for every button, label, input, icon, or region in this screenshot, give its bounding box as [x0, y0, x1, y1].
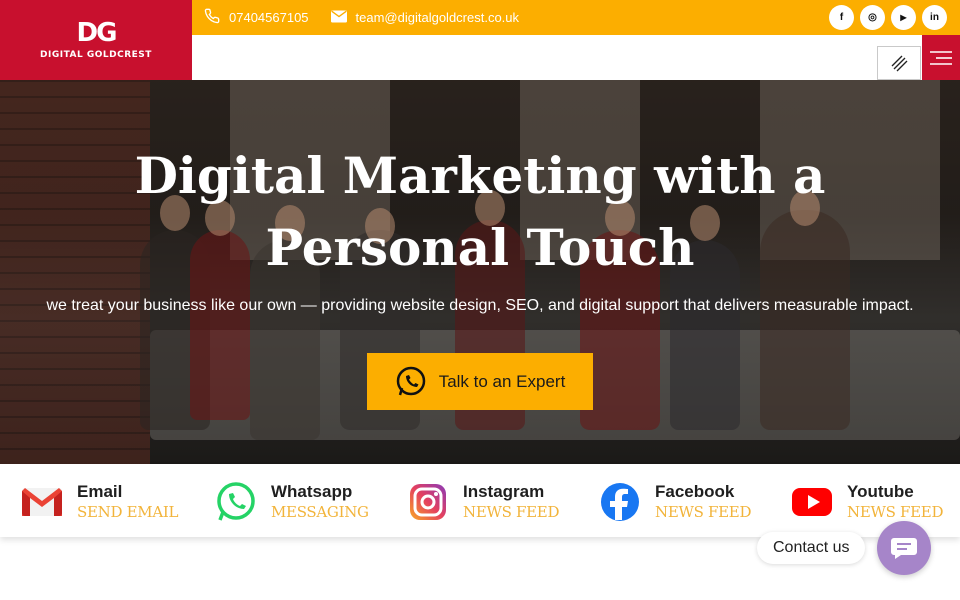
talk-to-expert-button[interactable]: Talk to an Expert [367, 353, 593, 410]
social-links: f ◎ ▶ in [829, 5, 947, 30]
top-bar: 07404567105 team@digitalgoldcrest.co.uk … [192, 0, 960, 35]
whatsapp-icon [396, 366, 425, 395]
envelope-icon [330, 10, 356, 26]
contact-widget-button[interactable] [877, 521, 931, 575]
cta-label: Talk to an Expert [438, 371, 566, 391]
instagram-icon [407, 481, 449, 523]
chat-icon [891, 538, 917, 559]
channel-name: Instagram [463, 482, 545, 501]
nav-bar [192, 35, 960, 80]
pattern-toggle-button[interactable] [877, 46, 921, 80]
diagonal-lines-icon [891, 55, 908, 72]
logo[interactable]: DG DIGITAL GOLDCREST [0, 0, 192, 80]
channel-name: Email [77, 482, 123, 501]
channel-instagram[interactable]: Instagram NEWS FEED [407, 481, 559, 523]
channel-email[interactable]: Email SEND EMAIL [21, 481, 178, 523]
page: DG DIGITAL GOLDCREST 07404567105 team@di… [0, 0, 960, 600]
facebook-icon [599, 481, 641, 523]
gmail-icon [21, 481, 63, 523]
channel-name: Facebook [655, 482, 735, 501]
hamburger-icon [930, 50, 952, 65]
phone-number: 07404567105 [229, 10, 309, 25]
facebook-icon[interactable]: f [829, 5, 854, 30]
channel-name: Youtube [847, 482, 914, 501]
logo-text: DIGITAL GOLDCREST [40, 50, 152, 60]
channel-sub: NEWS FEED [847, 503, 944, 521]
email-link[interactable]: team@digitalgoldcrest.co.uk [330, 10, 520, 26]
channel-sub: NEWS FEED [655, 503, 752, 521]
hero-title: Digital Marketing with a Personal Touch [134, 146, 826, 277]
channel-sub: SEND EMAIL [77, 503, 179, 521]
instagram-icon[interactable]: ◎ [860, 5, 885, 30]
contact-channels: Email SEND EMAIL Whatsapp MESSAGING Inst… [0, 464, 960, 537]
youtube-icon [791, 481, 833, 523]
hero-subtitle: we treat your business like our own — pr… [46, 297, 914, 314]
channel-sub: MESSAGING [271, 503, 369, 521]
channel-sub: NEWS FEED [463, 503, 560, 521]
channel-name: Whatsapp [271, 482, 353, 501]
logo-mark: DG [76, 18, 118, 48]
menu-button[interactable] [922, 35, 960, 80]
hero-banner: Digital Marketing with a Personal Touch … [0, 80, 960, 464]
whatsapp-icon [215, 481, 257, 523]
youtube-icon[interactable]: ▶ [891, 5, 916, 30]
channel-youtube[interactable]: Youtube NEWS FEED [791, 481, 943, 523]
channel-whatsapp[interactable]: Whatsapp MESSAGING [215, 481, 369, 523]
contact-us-label[interactable]: Contact us [757, 532, 866, 564]
email-address: team@digitalgoldcrest.co.uk [355, 10, 520, 25]
linkedin-icon[interactable]: in [922, 5, 947, 30]
channel-facebook[interactable]: Facebook NEWS FEED [599, 481, 751, 523]
phone-icon [204, 8, 229, 27]
phone-link[interactable]: 07404567105 [204, 8, 309, 27]
